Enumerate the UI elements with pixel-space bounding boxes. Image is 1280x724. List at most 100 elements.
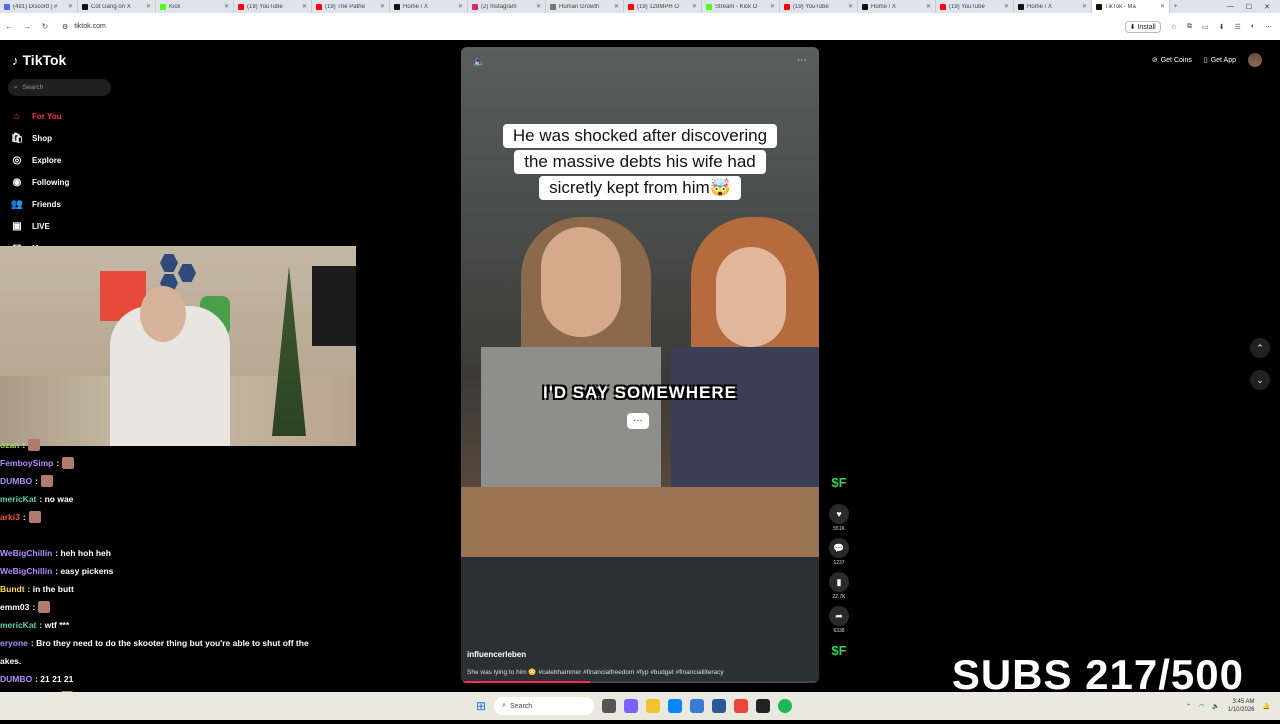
url-field[interactable]: ⚙ tiktok.com (62, 23, 106, 31)
get-app-button[interactable]: ▯ Get App (1204, 56, 1236, 65)
tab-close-icon[interactable]: ✕ (1082, 3, 1087, 10)
music-disc-money-icon[interactable]: $F (829, 640, 849, 660)
browser-tab[interactable]: Kick ✕ (156, 0, 234, 13)
sidebar-item-friends[interactable]: 👥 Friends (10, 193, 70, 215)
video-author[interactable]: influencerleben (467, 650, 526, 659)
chat-username[interactable]: WeBigChillin (0, 548, 52, 558)
taskbar-search[interactable]: ⌕ Search (494, 697, 595, 715)
install-button[interactable]: ⬇ Install (1124, 20, 1161, 33)
tab-close-icon[interactable]: ✕ (224, 3, 229, 10)
browser-tab[interactable]: Home / X ✕ (858, 0, 936, 13)
bookmark-icon[interactable]: ▮ (829, 572, 849, 592)
chat-username[interactable]: WeBigChillin (0, 566, 52, 576)
profile-icon[interactable]: ◐ (1251, 23, 1255, 30)
close-window-icon[interactable]: ✕ (1264, 3, 1270, 11)
reload-icon[interactable]: ↻ (36, 22, 54, 31)
more-options-icon[interactable]: ⋯ (797, 55, 807, 66)
minimize-icon[interactable]: — (1227, 3, 1234, 10)
chat-username[interactable]: Bundt (0, 584, 25, 594)
chat-username[interactable]: ozan (0, 440, 19, 450)
sidebar-item-following[interactable]: ◉ Following (10, 171, 70, 193)
comment-icon[interactable]: 💬 (829, 538, 849, 558)
task-view-icon[interactable] (602, 699, 617, 713)
browser-tab[interactable]: Cot Gang on X ✕ (78, 0, 156, 13)
extensions-icon[interactable]: ⧉ (1187, 23, 1192, 31)
browser-menu-icon[interactable]: ⋯ (1265, 23, 1272, 31)
copilot-icon[interactable] (624, 699, 639, 713)
browser-tab[interactable]: (19) 128MPH O ✕ (624, 0, 702, 13)
tab-close-icon[interactable]: ✕ (536, 3, 541, 10)
volume-icon[interactable]: 🔈 (473, 57, 485, 68)
new-tab-icon[interactable]: + (1170, 0, 1186, 13)
maximize-icon[interactable]: ☐ (1246, 3, 1252, 11)
browser-tab[interactable]: (19) YouTube ✕ (780, 0, 858, 13)
browser-tab[interactable]: (19) YouTube ✕ (936, 0, 1014, 13)
chrome-icon[interactable] (734, 699, 749, 713)
browser-tab[interactable]: Home / X ✕ (390, 0, 468, 13)
volume-tray-icon[interactable]: 🔈 (1212, 703, 1219, 710)
tab-close-icon[interactable]: ✕ (692, 3, 697, 10)
mail-icon[interactable] (712, 699, 727, 713)
next-video-icon[interactable]: ⌄ (1250, 370, 1270, 390)
browser-tab[interactable]: TikTok - Ma ✕ (1092, 0, 1170, 13)
tab-close-icon[interactable]: ✕ (302, 3, 307, 10)
tab-close-icon[interactable]: ✕ (146, 3, 151, 10)
get-coins-button[interactable]: ⊘ Get Coins (1152, 56, 1192, 65)
avatar[interactable] (1248, 53, 1262, 67)
browser-tab[interactable]: (19) The Pathe ✕ (312, 0, 390, 13)
file-explorer-icon[interactable] (646, 699, 661, 713)
back-icon[interactable]: ← (0, 22, 18, 31)
browser-tab[interactable]: Stream - Kick O ✕ (702, 0, 780, 13)
bookmark-star-icon[interactable]: ☆ (1171, 23, 1177, 31)
search-input[interactable]: ⌕ Search (8, 79, 111, 96)
tab-close-icon[interactable]: ✕ (1004, 3, 1009, 10)
tab-close-icon[interactable]: ✕ (68, 3, 73, 10)
tab-close-icon[interactable]: ✕ (614, 3, 619, 10)
clock[interactable]: 3:45 AM 1/10/2026 (1228, 698, 1255, 714)
downloads-icon[interactable]: ⬇ (1219, 23, 1225, 31)
obs-icon[interactable] (756, 699, 771, 713)
chat-username[interactable]: FemboySimp (0, 458, 53, 468)
chat-username[interactable]: eryone (0, 638, 28, 648)
tray-chevron-icon[interactable]: ⌃ (1186, 703, 1191, 710)
video-progress[interactable] (461, 681, 819, 683)
tab-close-icon[interactable]: ✕ (1160, 3, 1165, 10)
edge-icon[interactable] (668, 699, 683, 713)
forward-icon[interactable]: → (18, 22, 36, 31)
sidebar-item-live[interactable]: ▣ LIVE (10, 215, 70, 237)
chat-username[interactable]: mericKat (0, 620, 36, 630)
tab-close-icon[interactable]: ✕ (770, 3, 775, 10)
previous-video-icon[interactable]: ⌃ (1250, 338, 1270, 358)
video-player[interactable]: 🔈 ⋯ He was shocked after discovering the… (461, 47, 819, 683)
chat-username[interactable]: DUMBO (0, 674, 32, 684)
video-description[interactable]: She was lying to him 😳 #calebhammer #fin… (467, 668, 724, 676)
creator-money-icon[interactable]: $F (829, 472, 849, 492)
spotify-icon[interactable] (778, 699, 793, 713)
sidebar-item-explore[interactable]: ◎ Explore (10, 149, 70, 171)
like-icon[interactable]: ♥ (829, 504, 849, 524)
browser-tab[interactable]: Human Growth ✕ (546, 0, 624, 13)
windows-start-icon[interactable]: ⊞ (476, 699, 486, 713)
split-view-icon[interactable]: ▭ (1202, 23, 1209, 31)
store-icon[interactable] (690, 699, 705, 713)
sidebar-item-for-you[interactable]: ⌂ For You (10, 105, 70, 127)
tab-close-icon[interactable]: ✕ (380, 3, 385, 10)
site-info-icon[interactable]: ⚙ (62, 23, 68, 31)
chat-username[interactable]: mericKat (0, 494, 36, 504)
notifications-icon[interactable]: 🔔 (1263, 703, 1270, 710)
chat-username[interactable]: arki3 (0, 512, 20, 522)
sidebar-item-shop[interactable]: 🛍 Shop (10, 127, 70, 149)
share-icon[interactable]: ➦ (829, 606, 849, 626)
wifi-icon[interactable]: ◠ (1199, 703, 1204, 710)
browser-tab[interactable]: (2) Instagram ✕ (468, 0, 546, 13)
tab-close-icon[interactable]: ✕ (848, 3, 853, 10)
tiktok-logo[interactable]: ♪ TikTok (12, 52, 66, 68)
tab-close-icon[interactable]: ✕ (458, 3, 463, 10)
favorites-icon[interactable]: ☰ (1234, 23, 1240, 31)
browser-tab[interactable]: (19) YouTube ✕ (234, 0, 312, 13)
chat-username[interactable]: DUMBO (0, 476, 32, 486)
browser-tab[interactable]: Home / X ✕ (1014, 0, 1092, 13)
browser-tab[interactable]: (491) Discord | # ✕ (0, 0, 78, 13)
tab-close-icon[interactable]: ✕ (926, 3, 931, 10)
chat-username[interactable]: emm03 (0, 602, 29, 612)
